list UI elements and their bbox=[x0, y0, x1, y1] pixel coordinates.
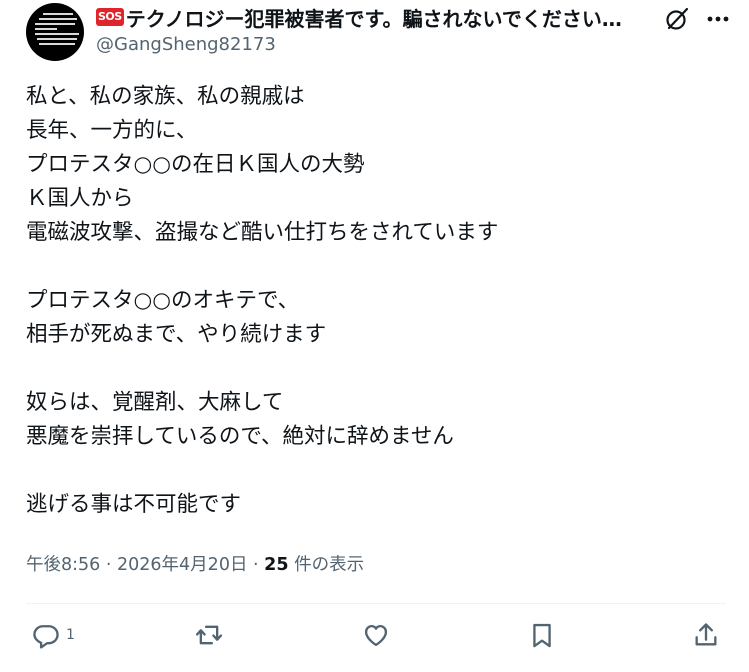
avatar-image-text bbox=[35, 13, 79, 48]
tweet-text: 私と、私の家族、私の親戚は 長年、一方的に、 プロテスタ○○の在日Ｋ国人の大勢 … bbox=[26, 84, 499, 517]
tweet-meta: 午後8:56 · 2026年4月20日 · 25 件の表示 bbox=[26, 551, 364, 576]
share-icon bbox=[695, 623, 717, 646]
sos-emoji-icon: SOS bbox=[96, 8, 124, 26]
meta-separator: · bbox=[247, 555, 265, 575]
heart-icon bbox=[364, 624, 388, 647]
avatar[interactable] bbox=[26, 3, 84, 61]
views-label[interactable]: 件の表示 bbox=[289, 555, 364, 575]
bookmark-icon bbox=[533, 623, 551, 648]
author-handle[interactable]: @GangSheng82173 bbox=[96, 34, 276, 55]
tweet: SOS テクノロジー犯罪被害者です。騙されないでください… @GangSheng… bbox=[0, 0, 749, 672]
tweet-date[interactable]: 2026年4月20日 bbox=[117, 555, 247, 575]
share-button[interactable] bbox=[692, 620, 720, 650]
retweet-button[interactable] bbox=[195, 620, 223, 650]
divider bbox=[26, 603, 726, 604]
like-button[interactable] bbox=[362, 620, 390, 650]
more-options-icon[interactable] bbox=[704, 8, 732, 30]
retweet-icon bbox=[195, 625, 223, 645]
reply-count: 1 bbox=[66, 627, 75, 643]
reply-icon bbox=[33, 625, 59, 649]
display-name[interactable]: テクノロジー犯罪被害者です。騙されないでください… bbox=[126, 3, 622, 32]
bookmark-button[interactable] bbox=[528, 620, 556, 650]
grok-icon[interactable] bbox=[664, 6, 690, 32]
tweet-time[interactable]: 午後8:56 bbox=[26, 555, 100, 575]
meta-separator: · bbox=[100, 555, 118, 575]
views-count[interactable]: 25 bbox=[264, 555, 288, 575]
author-name-row[interactable]: SOS テクノロジー犯罪被害者です。騙されないでください… bbox=[96, 3, 656, 32]
reply-button[interactable]: 1 bbox=[32, 620, 75, 650]
